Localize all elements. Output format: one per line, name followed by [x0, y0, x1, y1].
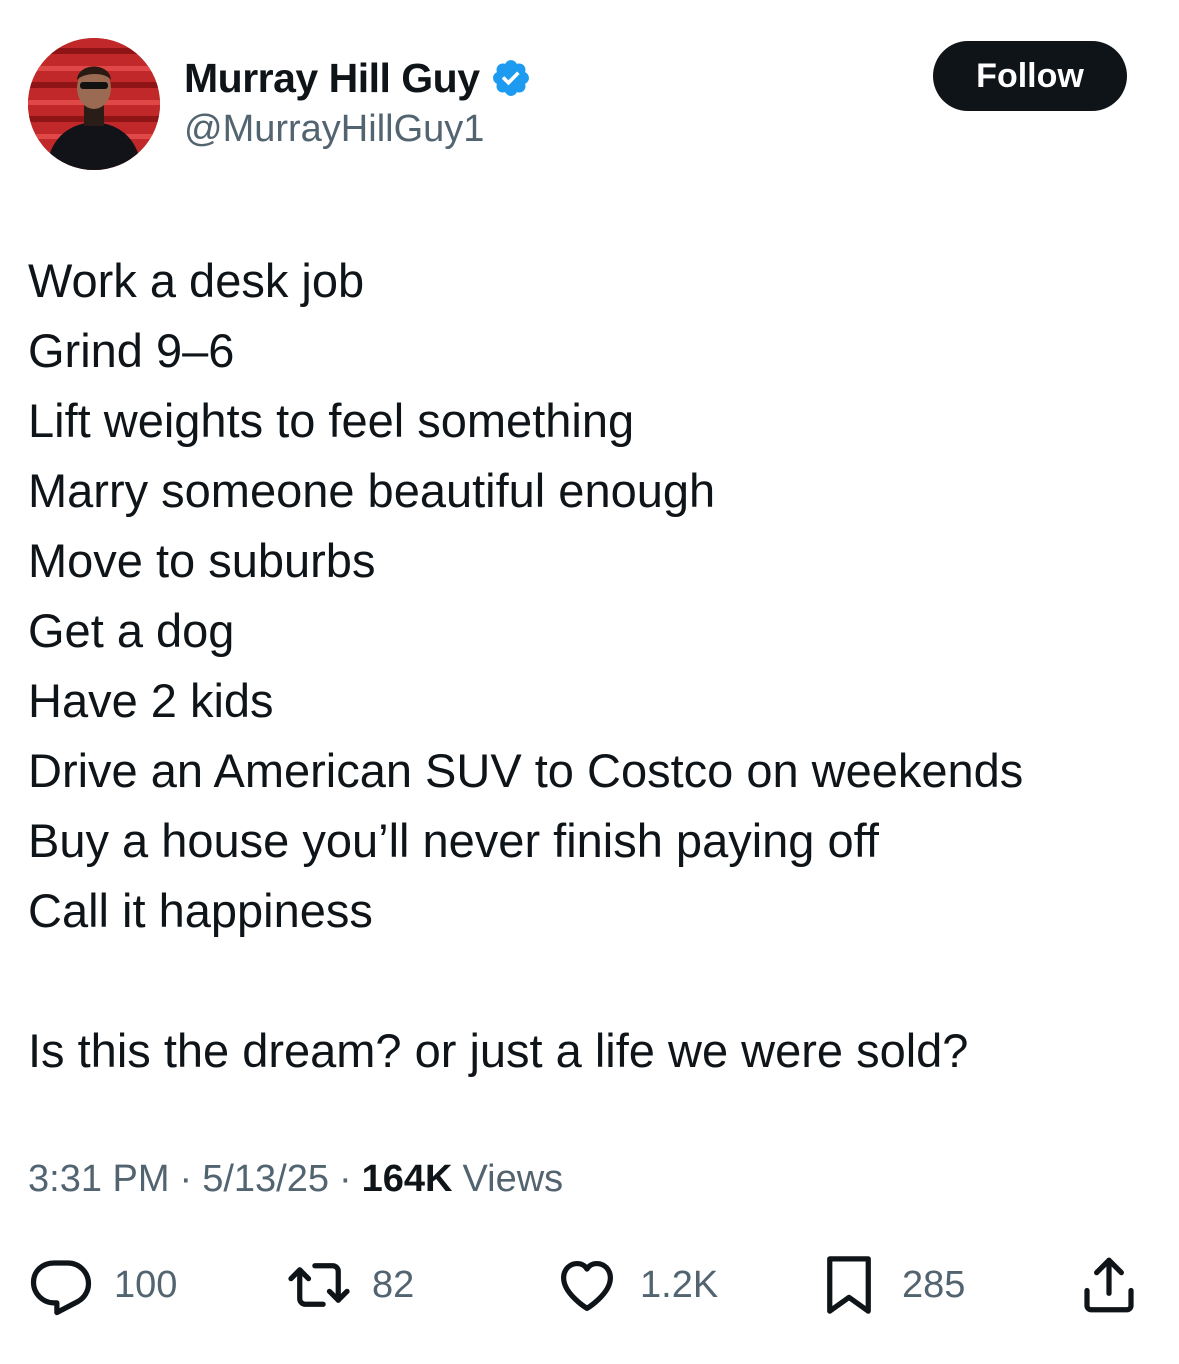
heart-icon	[561, 1260, 613, 1311]
avatar-image	[28, 38, 160, 170]
tweet-text: Work a desk job Grind 9–6 Lift weights t…	[28, 246, 1158, 1086]
views-label: Views	[462, 1158, 564, 1200]
verified-badge-icon[interactable]	[490, 57, 532, 99]
tweet-line: Get a dog	[28, 604, 235, 657]
repost-button[interactable]: 82	[286, 1250, 414, 1320]
tweet-line: Buy a house you’ll never finish paying o…	[28, 814, 879, 867]
author-name-row: Murray Hill Guy	[184, 50, 532, 106]
tweet-line: Marry someone beautiful enough	[28, 464, 716, 517]
repost-count: 82	[372, 1263, 415, 1306]
tweet-date[interactable]: 5/13/25	[202, 1158, 329, 1201]
action-bar: 100 82 1.2K 285	[0, 1250, 1179, 1320]
tweet-header: Murray Hill Guy @MurrayHillGuy1 Follow	[0, 0, 1179, 190]
like-count: 1.2K	[640, 1263, 719, 1306]
tweet-line: Have 2 kids	[28, 674, 274, 727]
tweet-closing-line: Is this the dream? or just a life we wer…	[28, 1024, 969, 1077]
tweet-line: Grind 9–6	[28, 324, 235, 377]
tweet-line: Drive an American SUV to Costco on weeke…	[28, 744, 1024, 797]
like-button[interactable]: 1.2K	[554, 1250, 718, 1320]
tweet-line: Lift weights to feel something	[28, 394, 635, 447]
bookmark-count: 285	[902, 1263, 966, 1306]
author-handle[interactable]: @MurrayHillGuy1	[184, 108, 484, 151]
tweet-line: Work a desk job	[28, 254, 365, 307]
tweet-line: Move to suburbs	[28, 534, 376, 587]
views-count: 164K	[361, 1158, 453, 1200]
tweet-meta: 3:31 PM · 5/13/25 · 164K Views	[28, 1158, 563, 1201]
share-button[interactable]	[1076, 1250, 1142, 1320]
follow-button[interactable]: Follow	[933, 41, 1127, 111]
author-display-name[interactable]: Murray Hill Guy	[184, 55, 480, 102]
share-icon	[1084, 1257, 1134, 1313]
bookmark-icon	[827, 1256, 871, 1314]
meta-separator: ·	[338, 1158, 352, 1200]
reply-icon	[30, 1260, 92, 1316]
meta-separator: ·	[179, 1158, 193, 1200]
tweet-time[interactable]: 3:31 PM	[28, 1158, 170, 1201]
avatar[interactable]	[28, 38, 160, 170]
bookmark-button[interactable]: 285	[816, 1250, 965, 1320]
tweet-line: Call it happiness	[28, 884, 373, 937]
reply-count: 100	[114, 1263, 178, 1306]
repost-icon	[288, 1263, 350, 1307]
reply-button[interactable]: 100	[28, 1250, 177, 1320]
